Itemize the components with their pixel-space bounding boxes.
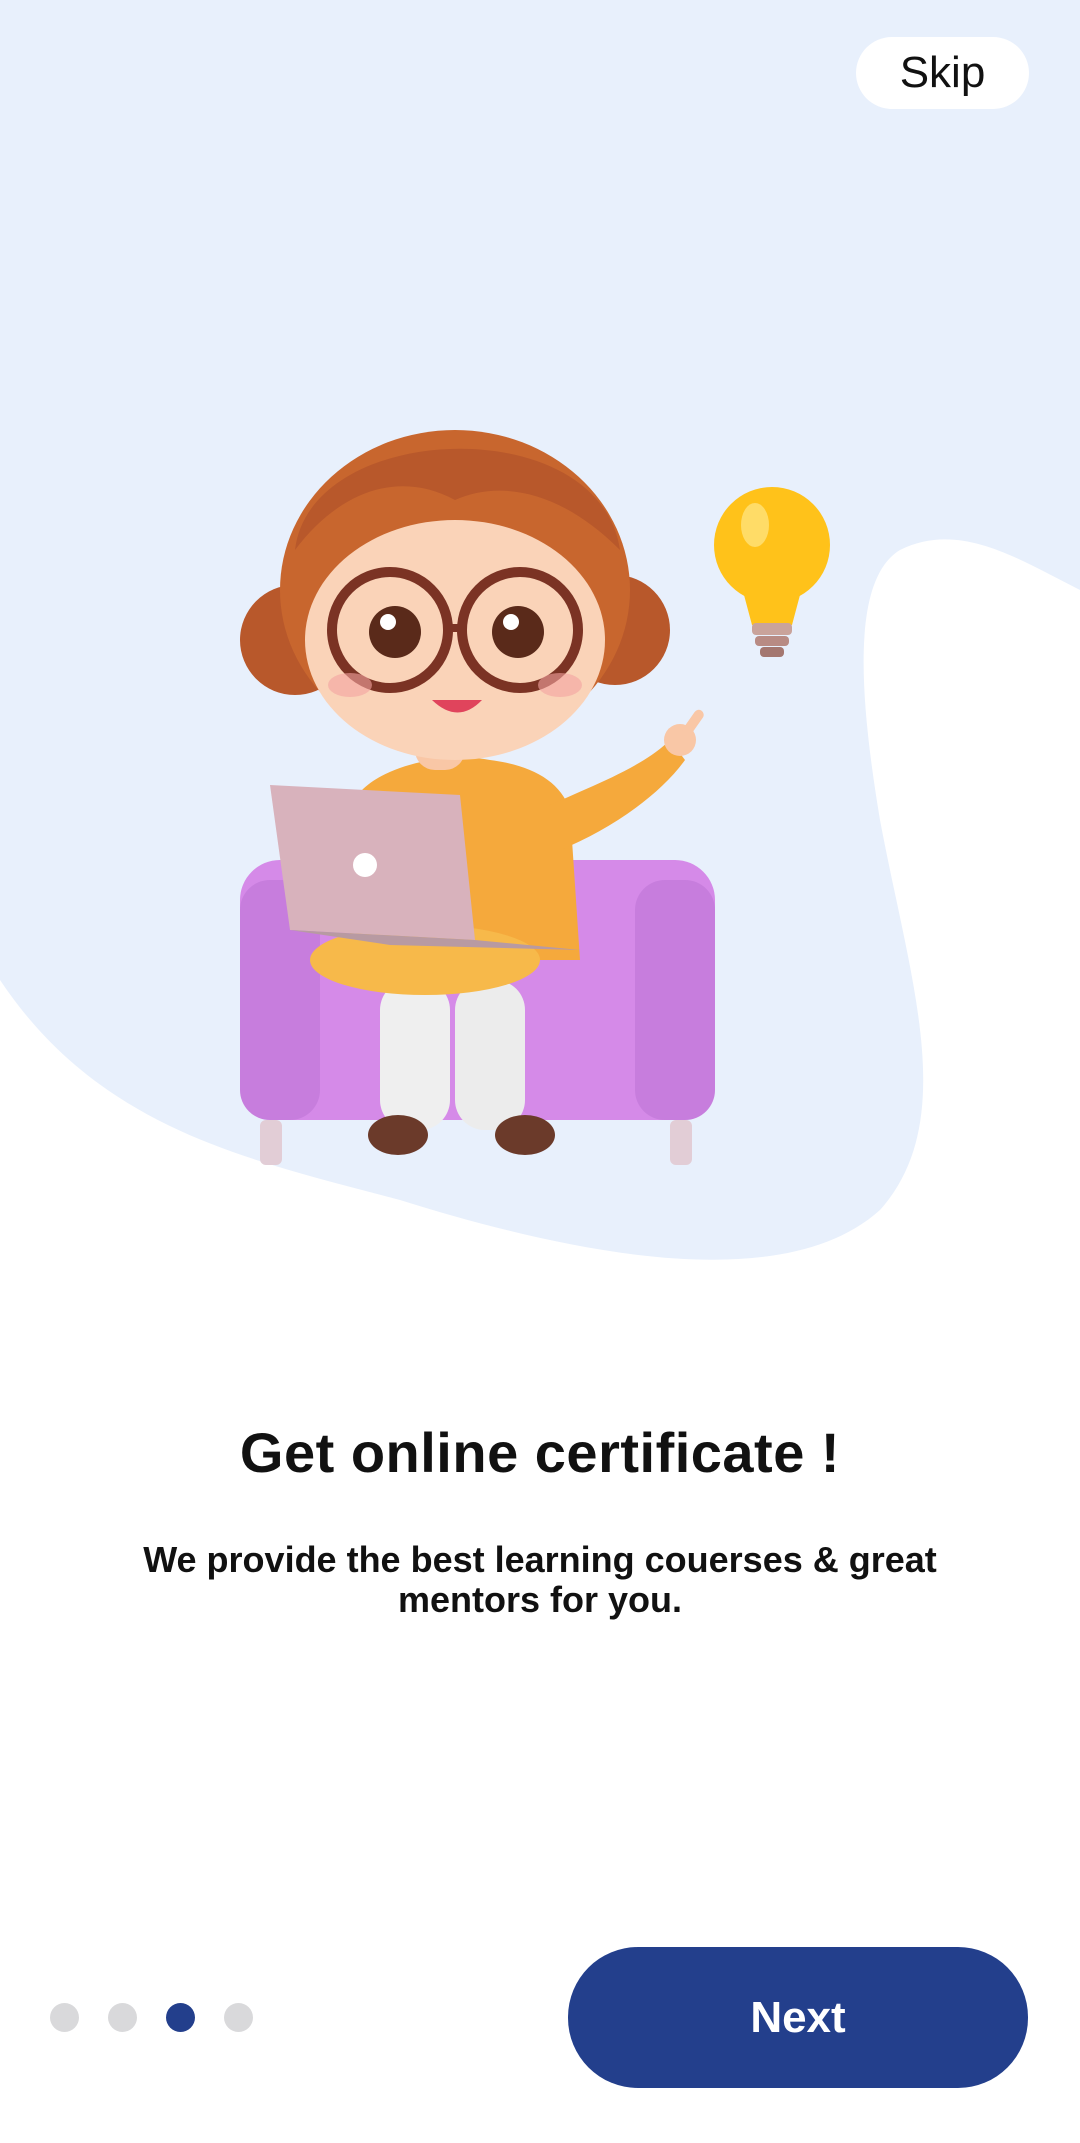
onboarding-screen: Skip Get online certificate ! We provide… [0,0,1080,2143]
page-dot-2 [108,2003,137,2032]
skip-button[interactable]: Skip [856,37,1029,109]
page-dot-3-active [166,2003,195,2032]
page-dot-4 [224,2003,253,2032]
page-subtitle: We provide the best learning couerses & … [143,1539,937,1620]
lightbulb-icon [714,487,830,657]
next-button[interactable]: Next [568,1947,1028,2088]
page-title: Get online certificate ! [239,1421,841,1484]
girl-with-laptop-illustration [240,430,830,1165]
page-indicator [50,2003,253,2032]
page-dot-1 [50,2003,79,2032]
